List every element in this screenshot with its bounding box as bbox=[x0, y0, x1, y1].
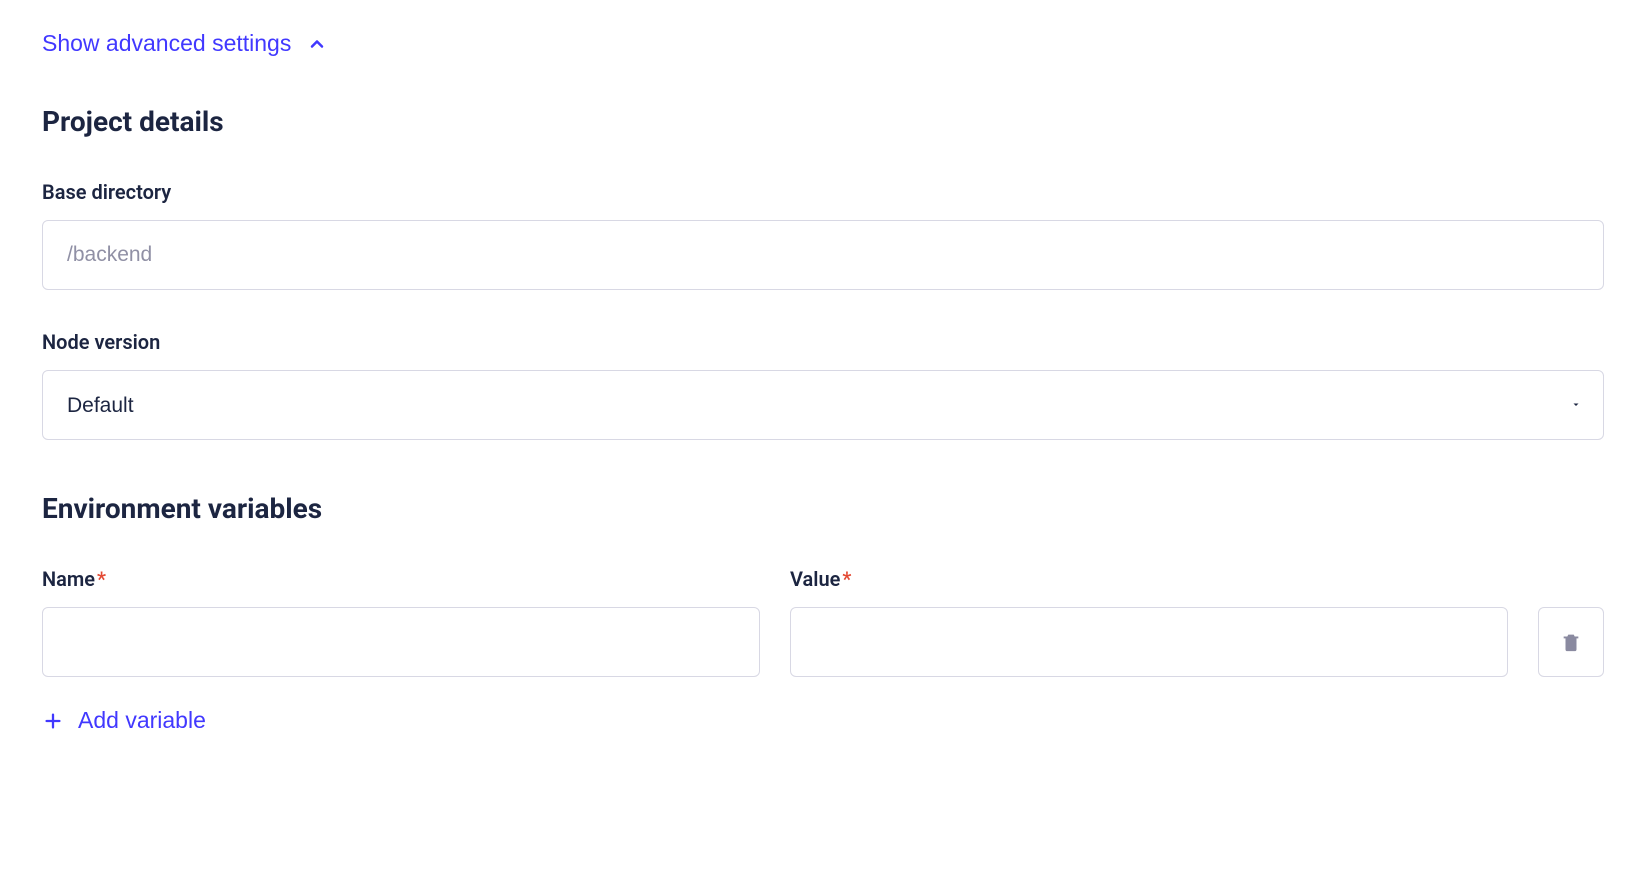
chevron-up-icon bbox=[307, 34, 327, 54]
node-version-select[interactable]: Default bbox=[42, 370, 1604, 440]
env-value-column: Value* bbox=[790, 567, 1508, 677]
node-version-field: Node version Default bbox=[42, 330, 1604, 440]
env-value-label: Value* bbox=[790, 567, 1508, 591]
delete-variable-button[interactable] bbox=[1538, 607, 1604, 677]
base-directory-label: Base directory bbox=[42, 180, 1604, 204]
environment-variables-heading: Environment variables bbox=[42, 492, 1604, 525]
environment-variables-section: Environment variables Name* Value* Add v… bbox=[42, 492, 1604, 736]
plus-icon bbox=[42, 710, 64, 732]
env-var-row: Name* Value* bbox=[42, 567, 1604, 677]
env-name-column: Name* bbox=[42, 567, 760, 677]
show-advanced-settings-toggle[interactable]: Show advanced settings bbox=[42, 30, 327, 57]
node-version-label: Node version bbox=[42, 330, 1604, 354]
base-directory-field: Base directory bbox=[42, 180, 1604, 290]
add-variable-label: Add variable bbox=[78, 707, 206, 734]
env-name-label: Name* bbox=[42, 567, 760, 591]
trash-icon bbox=[1560, 631, 1582, 653]
add-variable-button[interactable]: Add variable bbox=[42, 707, 206, 734]
required-indicator: * bbox=[97, 567, 106, 591]
env-name-input[interactable] bbox=[42, 607, 760, 677]
env-value-input[interactable] bbox=[790, 607, 1508, 677]
project-details-heading: Project details bbox=[42, 105, 1604, 138]
advanced-toggle-label: Show advanced settings bbox=[42, 30, 291, 57]
base-directory-input[interactable] bbox=[42, 220, 1604, 290]
required-indicator: * bbox=[842, 567, 851, 591]
